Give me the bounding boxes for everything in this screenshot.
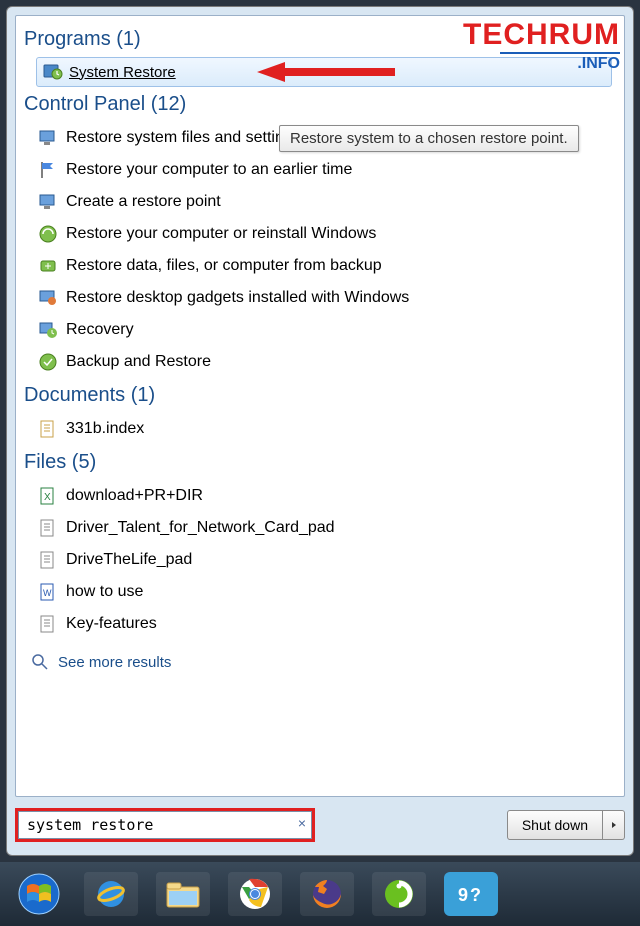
program-system-restore-label: System Restore	[69, 64, 176, 81]
flag-icon	[38, 160, 58, 180]
system-restore-icon	[43, 62, 63, 82]
cp-item-backup-restore[interactable]: Backup and Restore	[24, 346, 616, 378]
shutdown-button-group: Shut down	[507, 810, 625, 840]
file-item-how-to-use[interactable]: W how to use	[24, 576, 616, 608]
recovery-icon	[38, 320, 58, 340]
annotation-arrow	[257, 60, 397, 84]
taskbar-app[interactable]: 9?	[444, 872, 498, 916]
start-button[interactable]	[12, 872, 66, 916]
item-label: DriveTheLife_pad	[66, 551, 192, 569]
backup-restore-icon	[38, 352, 58, 372]
doc-item-331b[interactable]: 331b.index	[24, 413, 616, 445]
chevron-right-icon	[610, 821, 618, 829]
item-label: Restore data, files, or computer from ba…	[66, 257, 382, 275]
shutdown-button[interactable]: Shut down	[507, 810, 603, 840]
item-label: Recovery	[66, 321, 134, 339]
svg-text:X: X	[44, 492, 51, 503]
text-file-icon	[38, 518, 58, 538]
cp-item-restore-gadgets[interactable]: Restore desktop gadgets installed with W…	[24, 282, 616, 314]
cp-item-restore-from-backup[interactable]: Restore data, files, or computer from ba…	[24, 250, 616, 282]
monitor-icon	[38, 192, 58, 212]
item-label: Create a restore point	[66, 193, 221, 211]
cp-item-recovery[interactable]: Recovery	[24, 314, 616, 346]
cp-item-restore-reinstall-windows[interactable]: Restore your computer or reinstall Windo…	[24, 218, 616, 250]
file-item-driver-talent[interactable]: Driver_Talent_for_Network_Card_pad	[24, 512, 616, 544]
gadgets-icon	[38, 288, 58, 308]
watermark: TECHRUM .INFO	[463, 20, 620, 72]
text-file-icon	[38, 550, 58, 570]
taskbar-ie[interactable]	[84, 872, 138, 916]
backup-icon	[38, 256, 58, 276]
header-control-panel: Control Panel (12)	[24, 93, 616, 116]
item-label: download+PR+DIR	[66, 487, 203, 505]
tooltip-restore-point: Restore system to a chosen restore point…	[279, 125, 579, 152]
document-icon	[38, 419, 58, 439]
see-more-results[interactable]: See more results	[24, 640, 616, 676]
taskbar: 9?	[0, 862, 640, 926]
svg-text:W: W	[43, 588, 52, 598]
watermark-sub: .INFO	[463, 56, 620, 72]
item-label: Driver_Talent_for_Network_Card_pad	[66, 519, 335, 537]
cp-item-restore-earlier-time[interactable]: Restore your computer to an earlier time	[24, 154, 616, 186]
taskbar-chrome[interactable]	[228, 872, 282, 916]
svg-text:9: 9	[458, 885, 468, 905]
header-documents: Documents (1)	[24, 384, 616, 407]
shutdown-dropdown[interactable]	[603, 810, 625, 840]
watermark-brand: TECHRUM	[463, 20, 620, 50]
header-files: Files (5)	[24, 451, 616, 474]
search-input[interactable]	[18, 811, 312, 839]
svg-text:?: ?	[470, 885, 481, 905]
file-item-drivethelife[interactable]: DriveTheLife_pad	[24, 544, 616, 576]
item-label: Restore your computer or reinstall Windo…	[66, 225, 376, 243]
clear-search-icon[interactable]: ×	[298, 815, 306, 831]
item-label: Backup and Restore	[66, 353, 211, 371]
file-item-key-features[interactable]: Key-features	[24, 608, 616, 640]
watermark-divider	[500, 52, 620, 54]
search-box-highlight: ×	[15, 808, 315, 842]
file-item-download-pr-dir[interactable]: X download+PR+DIR	[24, 480, 616, 512]
start-menu-panel: Programs (1) System Restore Control Pane…	[6, 6, 634, 856]
search-icon	[30, 652, 50, 672]
item-label: Key-features	[66, 615, 157, 633]
restore-globe-icon	[38, 224, 58, 244]
taskbar-explorer[interactable]	[156, 872, 210, 916]
taskbar-firefox[interactable]	[300, 872, 354, 916]
word-icon: W	[38, 582, 58, 602]
start-menu-bottom-bar: × Shut down	[15, 803, 625, 847]
cp-item-create-restore-point[interactable]: Create a restore point	[24, 186, 616, 218]
taskbar-360browser[interactable]	[372, 872, 426, 916]
see-more-label: See more results	[58, 654, 171, 671]
excel-icon: X	[38, 486, 58, 506]
text-file-icon	[38, 614, 58, 634]
item-label: Restore your computer to an earlier time	[66, 161, 352, 179]
item-label: how to use	[66, 583, 143, 601]
item-label: Restore desktop gadgets installed with W…	[66, 289, 409, 307]
monitor-icon	[38, 128, 58, 148]
item-label: 331b.index	[66, 420, 144, 438]
